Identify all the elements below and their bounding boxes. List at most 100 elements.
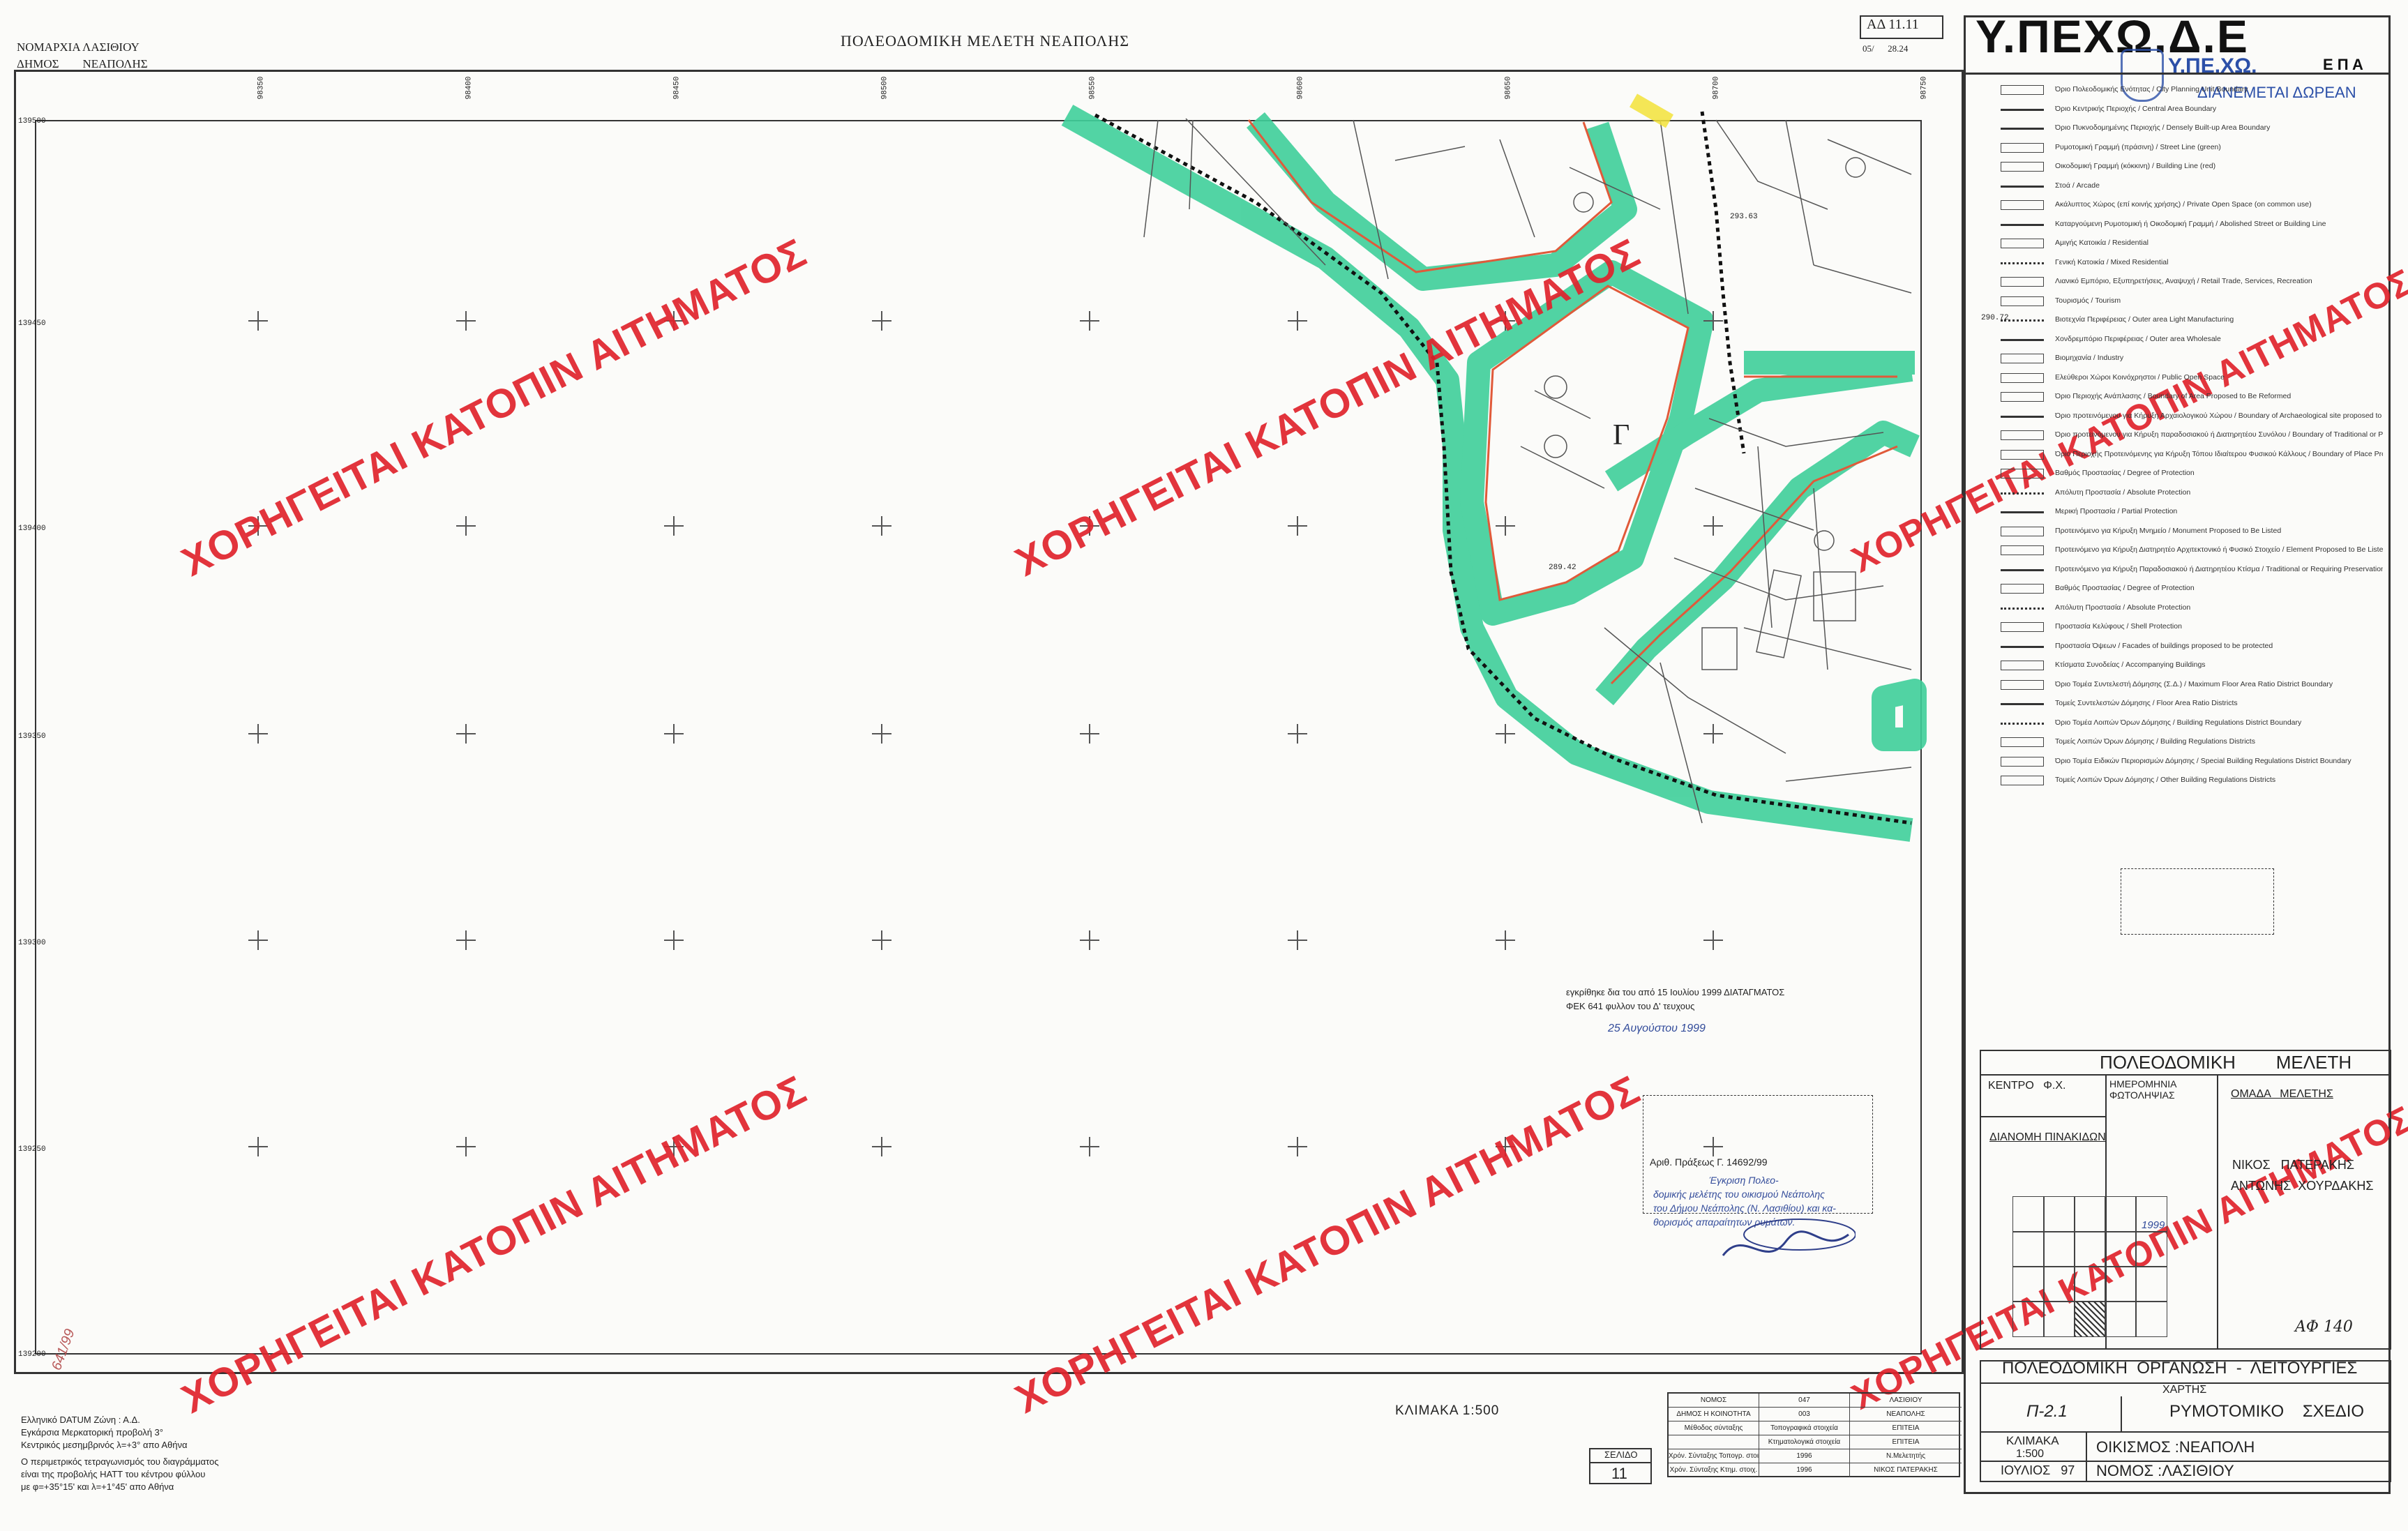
x-tick: 98600: [1296, 76, 1305, 100]
info-cell: Χρόν. Σύνταξης Τοπογρ. στοιχ.: [1669, 1449, 1759, 1463]
distribution-cell: [2105, 1301, 2137, 1337]
info-cell: ΝΟΜΟΣ: [1669, 1394, 1759, 1408]
sheet-label: ΣΕΛΙΔΟ: [1604, 1449, 1638, 1460]
info-cell: Μέθοδος σύνταξης: [1669, 1421, 1759, 1435]
legend-item: Όριο προτεινόμενου για Κήρυξη Αρχαιολογι…: [2055, 411, 2383, 420]
info-cell: ΕΠΙΤΕΙΑ: [1850, 1421, 1962, 1435]
legend-item: Απόλυτη Προστασία / Absolute Protection: [2055, 603, 2191, 612]
scale-value: 1:500: [2016, 1448, 2045, 1460]
info-table: ΝΟΜΟΣ 047 ΛΑΣΙΘΙΟΥ ΔΗΜΟΣ Η ΚΟΙΝΟΤΗΤΑ 003 ΝΕΑΠ…: [1667, 1392, 1962, 1477]
elevation-label: 293.63: [1730, 213, 1758, 221]
projection-note: είναι της προβολής ΗΑΤΤ του κέντρου φύλλ…: [21, 1469, 206, 1479]
legend-item: Όριο Περιοχής Ανάπλασης / Boundary of Ar…: [2055, 392, 2292, 400]
legend-symbol: [2001, 338, 2044, 341]
team-label: ΟΜΑΔΑ ΜΕΛΕΤΗΣ: [2231, 1088, 2333, 1100]
distribution-cell: [2012, 1301, 2045, 1337]
x-tick: 98450: [672, 76, 682, 100]
legend-item: Προστασία Όψεων / Facades of buildings p…: [2055, 641, 2273, 650]
map-type: ΡΥΜΟΤΟΜΙΚΟ ΣΧΕΔΙΟ: [2169, 1402, 2365, 1421]
legend-item: Όριο Τομέα Ειδικών Περιορισμών Δόμησης /…: [2055, 756, 2351, 765]
legend-symbol: [2001, 296, 2044, 306]
distribution-cell: [2074, 1266, 2106, 1302]
block-letter: Γ: [1613, 419, 1630, 451]
x-tick: 98350: [257, 76, 266, 100]
stamp-desc: του Δήμου Νεάπολης (Ν. Λασιθίου) και κα-: [1653, 1202, 1836, 1214]
datum-line: Εγκάρσια Μερκατορική προβολή 3°: [21, 1427, 163, 1438]
legend-symbol: [2001, 661, 2044, 670]
legend-symbol: [2001, 162, 2044, 172]
x-tick: 98400: [465, 76, 474, 100]
info-cell: 047: [1759, 1394, 1850, 1408]
map-code: Π-2.1: [2026, 1402, 2068, 1421]
center-label: ΚΕΝΤΡΟ Φ.Χ.: [1988, 1080, 2066, 1092]
legend-symbol: [2001, 526, 2044, 536]
legend-item: Τουρισμός / Tourism: [2055, 296, 2121, 305]
legend-symbol: [2001, 239, 2044, 248]
legend-item: Προστασία Κελύφους / Shell Protection: [2055, 622, 2182, 631]
distribution-cell: [2043, 1231, 2075, 1267]
legend-item: Απόλυτη Προστασία / Absolute Protection: [2055, 488, 2191, 497]
legend-symbol: [2001, 185, 2044, 188]
legend-item: Γενική Κατοικία / Mixed Residential: [2055, 257, 2169, 266]
legend-symbol: [2001, 568, 2044, 571]
legend-symbol: [2001, 722, 2044, 725]
legend-symbol: [2001, 262, 2044, 264]
legend-symbol: [2001, 430, 2044, 440]
legend-item: Προτεινόμενο για Κήρυξη Διατηρητέο Αρχιτ…: [2055, 545, 2383, 554]
legend-symbol: [2001, 756, 2044, 767]
approval-stamp: εγκρίθηκε δια του από 15 Ιουλίου 1999 ΔΙ…: [1566, 987, 1785, 997]
date-label: ΗΜΕΡΟΜΗΝΙΑ ΦΩΤΟΛΗΨΙΑΣ: [2109, 1078, 2176, 1101]
legend-symbol: [2001, 679, 2044, 690]
approval-date: 25 Αυγούστου 1999: [1608, 1023, 1706, 1034]
distribution-cell: [2135, 1301, 2167, 1337]
distribution-cell: [2043, 1196, 2075, 1232]
datum-line: Κεντρικός μεσημβρινός λ=+3° απο Αθήνα: [21, 1440, 188, 1450]
team-member: ΑΝΤΩΝΗΣ ΧΟΥΡΔΑΚΗΣ: [2231, 1179, 2374, 1193]
legend-item: Στοά / Arcade: [2055, 181, 2100, 190]
info-cell: Χρόν. Σύνταξης Κτημ. στοιχ.: [1669, 1463, 1759, 1477]
distribution-cell: [2105, 1231, 2137, 1267]
y-tick: 139250: [18, 1145, 46, 1154]
footer-scale: ΚΛΙΜΑΚΑ 1:500: [1395, 1403, 1500, 1418]
y-tick: 139500: [18, 117, 46, 126]
legend-item: Τομείς Λοιπών Όρων Δόμησης / Building Re…: [2055, 737, 2255, 746]
study-title: ΠΟΛΕΟΔΟΜΙΚΗ ΜΕΛΕΤΗ: [2100, 1052, 2352, 1073]
legend-symbol: [2001, 319, 2044, 322]
x-tick: 98700: [1712, 76, 1721, 100]
legend-item: Προτεινόμενο για Κήρυξη Μνημείο / Monume…: [2055, 526, 2282, 535]
legend-symbol: [2001, 545, 2044, 555]
legend-item: Όριο Περιοχής Προτεινόμενης για Κήρυξη Τ…: [2055, 449, 2383, 458]
stamp-desc: δομικής μελέτης του οικισμού Νεάπολης: [1653, 1189, 1825, 1200]
legend-symbol: [2001, 607, 2044, 610]
distribution-cell: [2043, 1301, 2075, 1337]
legend-item: Ρυμοτομική Γραμμή (πράσινη) / Street Lin…: [2055, 142, 2221, 151]
map-label: ΧΑΡΤΗΣ: [2162, 1384, 2207, 1396]
legend-item: Χονδρεμπόριο Περιφέρειας / Outer area Wh…: [2055, 334, 2221, 343]
legend-divider: [1966, 73, 2390, 75]
sign-date: 1999: [2142, 1219, 2165, 1231]
legend-symbol: [2001, 492, 2044, 495]
legend-symbol: [2001, 645, 2044, 648]
legend-symbol: [2001, 108, 2044, 111]
legend-symbol: [2001, 622, 2044, 632]
stamp-desc: Έγκριση Πολεο-: [1709, 1175, 1779, 1186]
greek-emblem-icon: [2121, 49, 2164, 102]
protocol-number: Αριθ. Πράξεως Γ. 14692/99: [1650, 1156, 1768, 1168]
distribution-cell: [2135, 1231, 2167, 1267]
legend-item: Οικοδομική Γραμμή (κόκκινη) / Building L…: [2055, 162, 2216, 170]
distribution-cell: [2012, 1196, 2045, 1232]
legend-symbol: [2001, 277, 2044, 287]
info-cell: ΔΗΜΟΣ Η ΚΟΙΝΟΤΗΤΑ: [1669, 1408, 1759, 1421]
legend-symbol: [2001, 200, 2044, 210]
logo-sub: Ε Π Α: [2323, 56, 2363, 73]
legend-symbol: [2001, 415, 2044, 418]
info-cell: Ν.Μελετητής: [1850, 1449, 1962, 1463]
legend-symbol: [2001, 449, 2044, 460]
projection-note: με φ=+35°15' και λ=+1°45' απο Αθήνα: [21, 1481, 174, 1492]
legend-item: Ακάλυπτος Χώρος (επί κοινής χρήσης) / Pr…: [2055, 200, 2312, 209]
x-tick: 98750: [1920, 76, 1929, 100]
info-cell: 003: [1759, 1408, 1850, 1421]
legend-item: Τομείς Συντελεστών Δόμησης / Floor Area …: [2055, 699, 2238, 707]
distribution-cell: [2074, 1301, 2106, 1337]
legend-symbol: [2001, 392, 2044, 402]
